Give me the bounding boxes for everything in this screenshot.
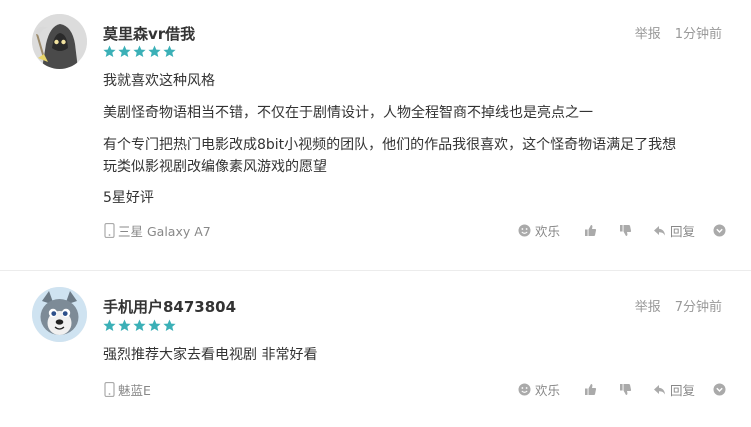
comment-text-line: 5星好评 (103, 190, 154, 206)
like-button[interactable] (584, 224, 597, 237)
thumbs-up-icon (584, 384, 597, 395)
avatar[interactable] (32, 287, 87, 342)
timestamp: 1分钟前 (674, 27, 722, 42)
star-icon (133, 319, 146, 331)
star-icon (118, 45, 131, 57)
funny-button[interactable]: 欢乐 (518, 380, 560, 399)
funny-label: 欢乐 (534, 224, 560, 239)
username[interactable]: 手机用户8473804 (103, 296, 236, 317)
star-icon (148, 45, 161, 57)
rating-stars (103, 45, 176, 58)
chevron-down-icon (713, 224, 726, 237)
thumbs-down-icon (619, 384, 632, 395)
timestamp: 7分钟前 (674, 300, 722, 315)
comment-text-line: 玩类似影视剧改编像素风游戏的愿望 (103, 159, 327, 175)
reply-button[interactable]: 回复 (653, 380, 695, 399)
comment-item: 莫里森vr借我 举报 1分钟前 我就喜欢这种风格 美剧怪奇物语相当不错，不仅在于… (0, 0, 751, 271)
comment-text-line: 我就喜欢这种风格 (103, 73, 215, 89)
star-icon (133, 45, 146, 57)
reply-button[interactable]: 回复 (653, 221, 695, 240)
star-icon (103, 45, 116, 57)
like-button[interactable] (584, 383, 597, 396)
comment-text-line: 有个专门把热门电影改成8bit小视频的团队，他们的作品我很喜欢，这个怪奇物语满足… (103, 137, 677, 153)
device-name: 三星 Galaxy A7 (118, 224, 211, 239)
report-button[interactable]: 举报 (635, 296, 661, 315)
comment-item: 手机用户8473804 举报 7分钟前 强烈推荐大家去看电视剧 非常好看 魅蓝E… (0, 271, 751, 427)
username[interactable]: 莫里森vr借我 (103, 23, 195, 44)
star-icon (148, 319, 161, 331)
phone-icon (104, 223, 115, 238)
device-info: 魅蓝E (104, 380, 151, 399)
reply-icon (653, 385, 665, 395)
phone-icon (104, 382, 115, 397)
star-icon (163, 319, 176, 331)
more-button[interactable] (713, 383, 726, 396)
funny-button[interactable]: 欢乐 (518, 221, 560, 240)
dislike-button[interactable] (619, 224, 632, 237)
funny-label: 欢乐 (534, 383, 560, 398)
star-icon (118, 319, 131, 331)
dislike-button[interactable] (619, 383, 632, 396)
reply-label: 回复 (669, 224, 695, 239)
thumbs-up-icon (584, 225, 597, 236)
grim-reaper-icon (32, 14, 87, 69)
thumbs-down-icon (619, 225, 632, 236)
chevron-down-icon (713, 383, 726, 396)
avatar[interactable] (32, 14, 87, 69)
device-name: 魅蓝E (118, 383, 151, 398)
more-button[interactable] (713, 224, 726, 237)
rating-stars (103, 319, 176, 332)
report-button[interactable]: 举报 (635, 23, 661, 42)
reply-icon (653, 226, 665, 236)
comment-text-line: 强烈推荐大家去看电视剧 非常好看 (103, 347, 318, 363)
star-icon (163, 45, 176, 57)
smiley-icon (518, 224, 531, 237)
comment-text-line: 美剧怪奇物语相当不错，不仅在于剧情设计，人物全程智商不掉线也是亮点之一 (103, 105, 593, 121)
star-icon (103, 319, 116, 331)
device-info: 三星 Galaxy A7 (104, 221, 211, 240)
reply-label: 回复 (669, 383, 695, 398)
smiley-icon (518, 383, 531, 396)
husky-dog-icon (32, 287, 87, 342)
